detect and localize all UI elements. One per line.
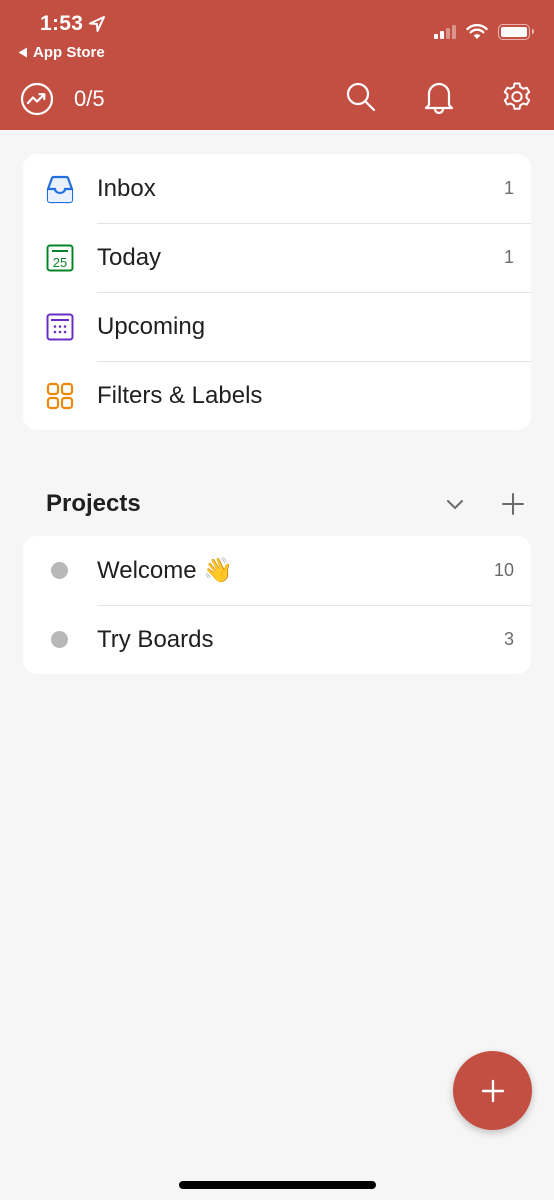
project-count: 10 <box>493 560 514 580</box>
wifi-icon <box>466 24 488 39</box>
project-color-dot <box>50 562 68 579</box>
calendar-today-icon: 25 <box>46 244 74 271</box>
chevron-down-icon <box>447 500 463 509</box>
nav-item-label: Filters & Labels <box>97 381 263 409</box>
nav-item-upcoming[interactable]: Upcoming <box>23 292 531 361</box>
search-icon <box>346 82 376 112</box>
back-triangle-icon <box>18 47 27 58</box>
project-label: Welcome 👋 <box>97 557 234 584</box>
add-project-button[interactable] <box>502 493 524 515</box>
plus-icon <box>502 493 524 515</box>
nav-item-label: Inbox <box>97 174 156 202</box>
project-item-welcome[interactable]: Welcome 👋 10 <box>23 536 531 605</box>
nav-item-count: 1 <box>503 247 514 267</box>
battery-icon <box>498 24 534 40</box>
projects-title: Projects <box>46 490 141 517</box>
nav-item-count: 1 <box>503 178 514 198</box>
search-button[interactable] <box>344 80 378 114</box>
productivity-trend-icon <box>20 82 54 116</box>
nav-item-today[interactable]: 25 Today 1 <box>23 223 531 292</box>
plus-icon <box>481 1079 504 1102</box>
project-count: 3 <box>503 629 514 649</box>
nav-item-filters-labels[interactable]: Filters & Labels <box>23 361 531 430</box>
back-to-app-store[interactable]: App Store <box>18 44 105 61</box>
status-time: 1:53 <box>40 12 106 36</box>
inbox-icon <box>46 175 74 203</box>
gear-icon <box>503 82 531 110</box>
bell-icon <box>424 82 454 114</box>
calendar-upcoming-icon <box>46 313 74 340</box>
collapse-projects-button[interactable] <box>446 498 464 510</box>
cellular-signal-icon <box>434 25 456 39</box>
home-indicator[interactable] <box>179 1181 376 1189</box>
clock: 1:53 <box>40 12 84 35</box>
project-color-dot <box>50 631 68 648</box>
back-label: App Store <box>33 44 105 61</box>
projects-card: Welcome 👋 10 Try Boards 3 <box>23 536 531 674</box>
nav-item-label: Upcoming <box>97 312 206 340</box>
settings-button[interactable] <box>500 80 534 114</box>
add-task-button[interactable] <box>453 1051 532 1130</box>
nav-item-inbox[interactable]: Inbox 1 <box>23 154 531 223</box>
nav-item-label: Today <box>97 243 162 271</box>
karma-count: 0/5 <box>74 86 105 111</box>
location-arrow-icon <box>89 16 106 32</box>
top-bar: 1:53 App Store 0/5 <box>0 0 554 130</box>
project-label: Try Boards <box>97 625 214 653</box>
navigation-card: Inbox 1 25 Today 1 Upcoming Filters & La… <box>23 154 531 430</box>
notifications-button[interactable] <box>422 80 456 114</box>
today-day-number: 25 <box>53 255 67 270</box>
projects-header: Projects <box>46 490 524 518</box>
karma-progress[interactable]: 0/5 <box>20 82 105 116</box>
header-actions <box>344 80 534 114</box>
filters-grid-icon <box>46 382 74 409</box>
project-item-try-boards[interactable]: Try Boards 3 <box>23 605 531 674</box>
status-icons <box>434 24 534 40</box>
